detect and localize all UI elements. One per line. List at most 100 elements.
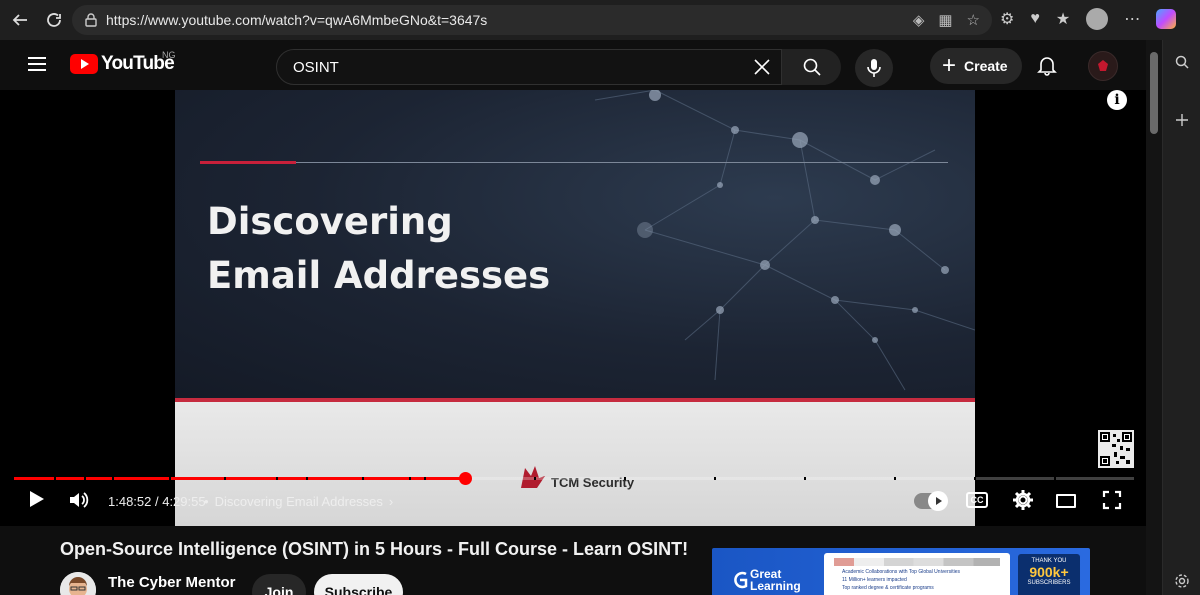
chapter-marker xyxy=(276,477,278,480)
autoplay-knob xyxy=(928,491,948,511)
refresh-button[interactable] xyxy=(40,6,68,34)
chapter-marker xyxy=(409,477,411,480)
autoplay-play-icon xyxy=(936,497,942,505)
fullscreen-icon xyxy=(1102,490,1122,510)
youtube-logo[interactable]: YouTube xyxy=(70,53,175,75)
ad-bullet-2: 11 Million+ learners impacted xyxy=(842,577,907,583)
chevron-right-icon: › xyxy=(388,494,394,509)
progress-played xyxy=(14,477,465,480)
ad-badge-number: 900k+ xyxy=(1029,564,1069,580)
player-controls: 1:48:52 / 4:29:55 • Discovering Email Add… xyxy=(0,486,1146,526)
slide-divider-line xyxy=(296,162,948,163)
chapter-marker xyxy=(362,477,364,480)
browser-essentials-icon[interactable]: ♥ xyxy=(1030,10,1040,28)
video-player[interactable]: Discovering Email Addresses TCM Security… xyxy=(0,90,1146,526)
country-code: NG xyxy=(162,50,176,60)
ad-brand-line2: Learning xyxy=(750,579,801,593)
channel-avatar-image xyxy=(60,572,96,595)
chapter-title-button[interactable]: • Discovering Email Addresses › xyxy=(204,494,393,509)
sidebar-search-icon[interactable] xyxy=(1174,54,1190,70)
video-title: Open-Source Intelligence (OSINT) in 5 Ho… xyxy=(60,539,689,559)
favorites-icon[interactable]: ★ xyxy=(1056,9,1070,29)
chapter-marker xyxy=(224,477,226,480)
partner-logos xyxy=(834,558,1000,566)
gear-icon xyxy=(1013,490,1033,510)
create-label: Create xyxy=(964,58,1008,74)
browser-sidebar xyxy=(1162,40,1200,595)
qr-code-icon xyxy=(1098,430,1134,468)
ad-badge-bottom: SUBSCRIBERS xyxy=(1027,580,1071,586)
account-logo-icon xyxy=(1098,60,1108,71)
autoplay-toggle[interactable] xyxy=(914,491,948,511)
address-bar[interactable]: https://www.youtube.com/watch?v=qwA6Mmbe… xyxy=(72,5,992,35)
url-text[interactable]: https://www.youtube.com/watch?v=qwA6Mmbe… xyxy=(106,12,487,28)
browser-toolbar: https://www.youtube.com/watch?v=qwA6Mmbe… xyxy=(0,0,1200,40)
slide-accent-line xyxy=(200,161,296,164)
progress-scrubber[interactable] xyxy=(459,472,472,485)
sidebar-settings-icon[interactable] xyxy=(1174,573,1190,589)
page-scrollbar[interactable] xyxy=(1146,40,1162,595)
chapter-marker xyxy=(974,477,976,480)
clear-search-icon[interactable] xyxy=(751,56,773,78)
create-button[interactable]: + Create xyxy=(930,48,1022,84)
chapter-marker xyxy=(624,477,626,480)
chapter-marker xyxy=(84,477,86,480)
mute-button[interactable] xyxy=(68,490,92,515)
microphone-icon xyxy=(867,59,881,77)
ad-brand: Great Learning xyxy=(750,568,801,592)
more-options-icon[interactable]: ⋯ xyxy=(1124,9,1140,29)
copilot-icon[interactable]: ◈ xyxy=(913,11,925,29)
copilot-sidebar-icon[interactable] xyxy=(1156,9,1177,29)
video-frame: Discovering Email Addresses TCM Security xyxy=(175,90,975,526)
sidebar-add-icon[interactable] xyxy=(1174,112,1190,128)
profile-avatar[interactable] xyxy=(1086,8,1109,30)
voice-search-button[interactable] xyxy=(855,49,893,87)
fullscreen-button[interactable] xyxy=(1102,490,1122,515)
split-screen-icon[interactable]: ▦ xyxy=(938,11,952,29)
search-icon xyxy=(803,58,821,76)
back-arrow-icon xyxy=(12,14,27,26)
chapter-marker xyxy=(534,477,536,480)
play-icon xyxy=(30,491,44,507)
ad-bullet-1: Academic Collaborations with Top Global … xyxy=(842,569,961,575)
info-card-icon[interactable]: i xyxy=(1107,90,1127,110)
join-button[interactable]: Join xyxy=(252,574,306,595)
search-input[interactable]: OSINT xyxy=(293,59,339,76)
time-display: 1:48:52 / 4:29:55 xyxy=(108,494,206,509)
back-button[interactable] xyxy=(6,6,34,34)
great-learning-logo-icon xyxy=(734,571,748,589)
chapter-marker xyxy=(424,477,426,480)
menu-icon[interactable] xyxy=(28,57,46,71)
favorite-star-icon[interactable]: ☆ xyxy=(967,11,980,29)
ad-bullets: Academic Collaborations with Top Global … xyxy=(842,568,960,592)
masthead: YouTube NG OSINT + Create xyxy=(0,40,1146,90)
search-button[interactable] xyxy=(781,49,841,85)
sponsored-banner[interactable]: Great Learning Academic Collaborations w… xyxy=(712,548,1090,595)
account-avatar[interactable] xyxy=(1088,51,1118,81)
chapter-marker xyxy=(112,477,114,480)
channel-name[interactable]: The Cyber Mentor xyxy=(108,574,236,591)
plus-icon: + xyxy=(942,52,957,79)
chapter-marker xyxy=(894,477,896,480)
scrollbar-thumb[interactable] xyxy=(1150,52,1158,134)
notifications-button[interactable] xyxy=(1036,54,1058,81)
theater-mode-button[interactable] xyxy=(1056,494,1076,508)
slide-title-line2: Email Addresses xyxy=(207,254,551,297)
slide-background: Discovering Email Addresses xyxy=(175,90,975,398)
subscribe-button[interactable]: Subscribe xyxy=(314,574,403,595)
youtube-play-icon xyxy=(70,54,98,74)
subtitles-button[interactable]: CC xyxy=(966,492,988,508)
progress-bar[interactable] xyxy=(14,472,1134,485)
site-info-icon[interactable] xyxy=(84,13,98,27)
search-box[interactable]: OSINT xyxy=(276,49,841,85)
volume-icon xyxy=(70,492,89,508)
channel-avatar[interactable] xyxy=(60,572,96,595)
settings-button[interactable] xyxy=(1012,489,1034,516)
extensions-icon[interactable]: ⚙ xyxy=(1000,9,1014,29)
chapter-marker xyxy=(54,477,56,480)
play-button[interactable] xyxy=(28,489,46,514)
chapter-marker xyxy=(714,477,716,480)
youtube-page: YouTube NG OSINT + Create Discovering Em… xyxy=(0,40,1146,595)
slide-title: Discovering Email Addresses xyxy=(207,195,550,303)
chapter-title: Discovering Email Addresses xyxy=(214,494,383,509)
